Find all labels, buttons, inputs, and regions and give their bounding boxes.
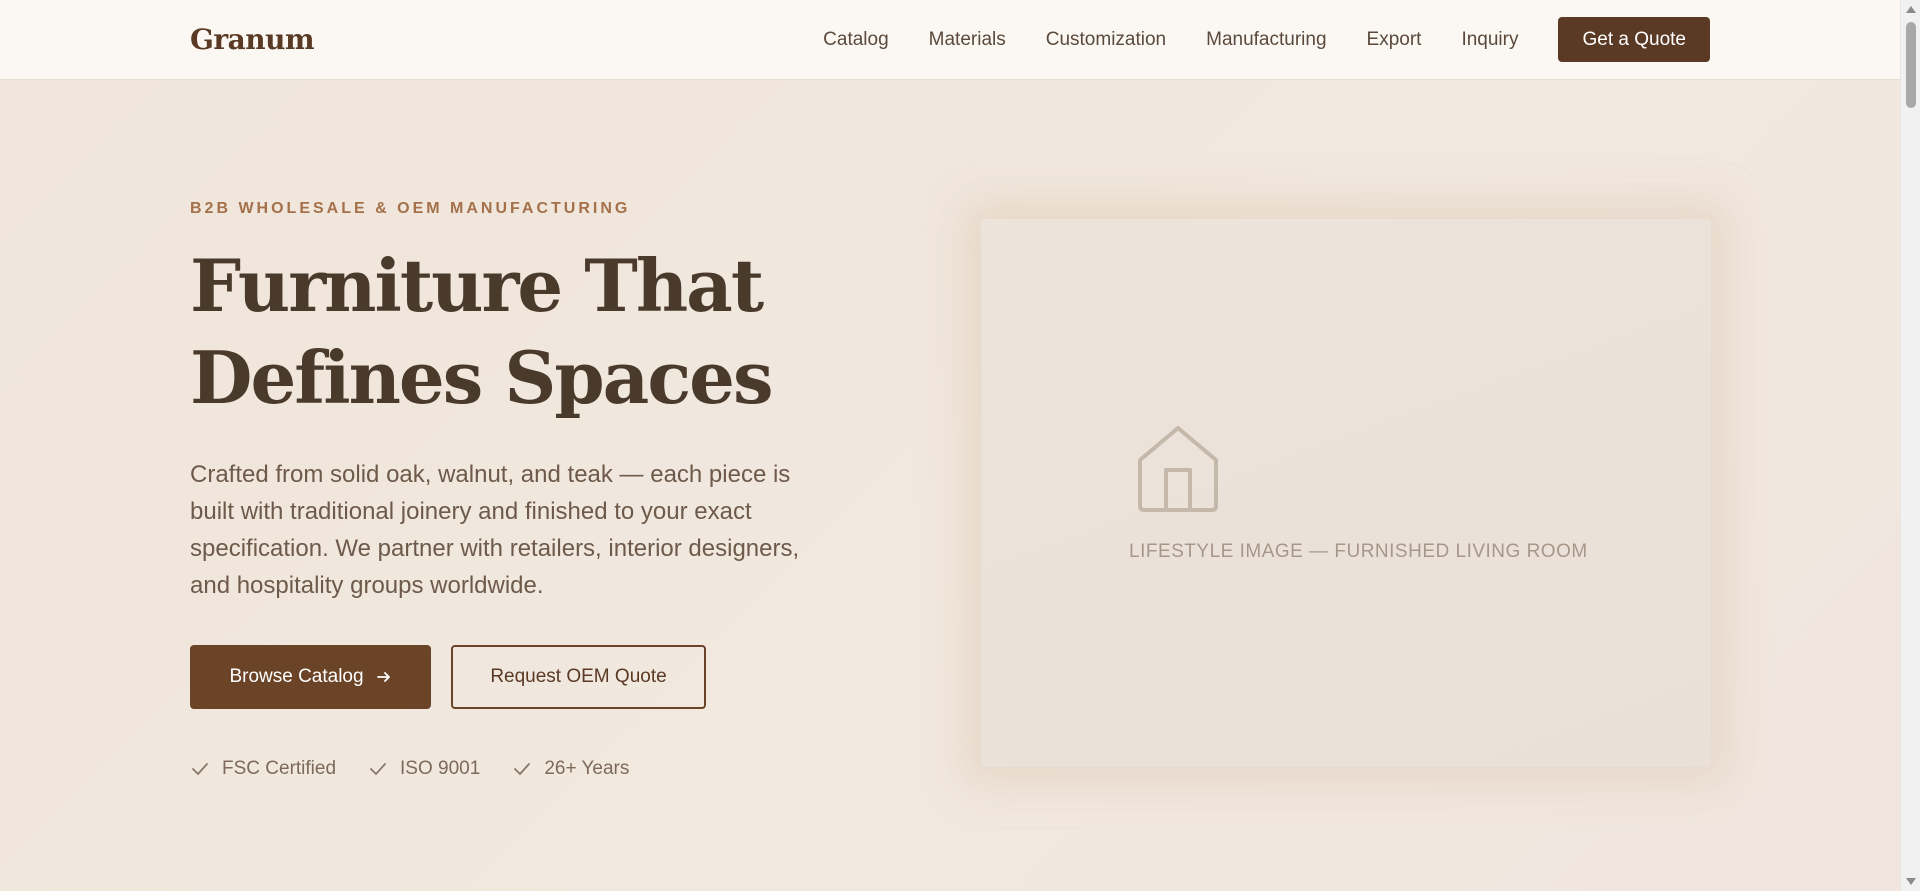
main-nav: Catalog Materials Customization Manufact… (823, 17, 1710, 62)
badge-label: FSC Certified (222, 758, 337, 779)
nav-inquiry[interactable]: Inquiry (1461, 29, 1518, 51)
scroll-down-icon[interactable] (1906, 878, 1916, 885)
site-header: Granum Catalog Materials Customization M… (0, 0, 1900, 80)
check-icon (370, 763, 386, 775)
hero-eyebrow: B2B WHOLESALE & OEM MANUFACTURING (190, 200, 631, 217)
lifestyle-image-placeholder: LIFESTYLE IMAGE — FURNISHED LIVING ROOM (981, 219, 1711, 767)
nav-materials[interactable]: Materials (929, 29, 1006, 51)
brand-logo[interactable]: Granum (190, 23, 315, 56)
browse-catalog-button[interactable]: Browse Catalog (190, 645, 431, 709)
house-icon (1138, 426, 1218, 512)
scroll-thumb[interactable] (1906, 22, 1916, 108)
trust-badges: FSC Certified ISO 9001 26+ Years (190, 758, 661, 780)
request-oem-quote-button[interactable]: Request OEM Quote (451, 645, 706, 709)
hero-headline-line-2: Defines Spaces (190, 335, 774, 420)
hero-headline: Furniture That Defines Spaces (190, 240, 890, 424)
hero-description: Crafted from solid oak, walnut, and teak… (190, 461, 800, 599)
hero-headline-line-1: Furniture That (190, 243, 764, 328)
check-icon (192, 763, 208, 775)
badge-iso: ISO 9001 (368, 758, 480, 780)
nav-export[interactable]: Export (1367, 29, 1422, 51)
arrow-right-icon (376, 672, 390, 682)
badge-years: 26+ Years (512, 758, 629, 780)
hero-section: B2B WHOLESALE & OEM MANUFACTURING Furnit… (0, 80, 1900, 891)
scroll-up-icon[interactable] (1906, 6, 1916, 13)
badge-label: ISO 9001 (400, 758, 481, 779)
get-a-quote-button[interactable]: Get a Quote (1558, 17, 1710, 62)
check-icon (514, 763, 531, 775)
nav-customization[interactable]: Customization (1046, 29, 1166, 51)
nav-manufacturing[interactable]: Manufacturing (1206, 29, 1326, 51)
nav-catalog[interactable]: Catalog (823, 29, 889, 51)
badge-label: 26+ Years (544, 758, 630, 779)
page-scrollbar[interactable] (1900, 0, 1920, 891)
image-caption: LIFESTYLE IMAGE — FURNISHED LIVING ROOM (1129, 541, 1588, 562)
badge-fsc: FSC Certified (190, 758, 336, 780)
browse-catalog-label: Browse Catalog (229, 666, 364, 687)
